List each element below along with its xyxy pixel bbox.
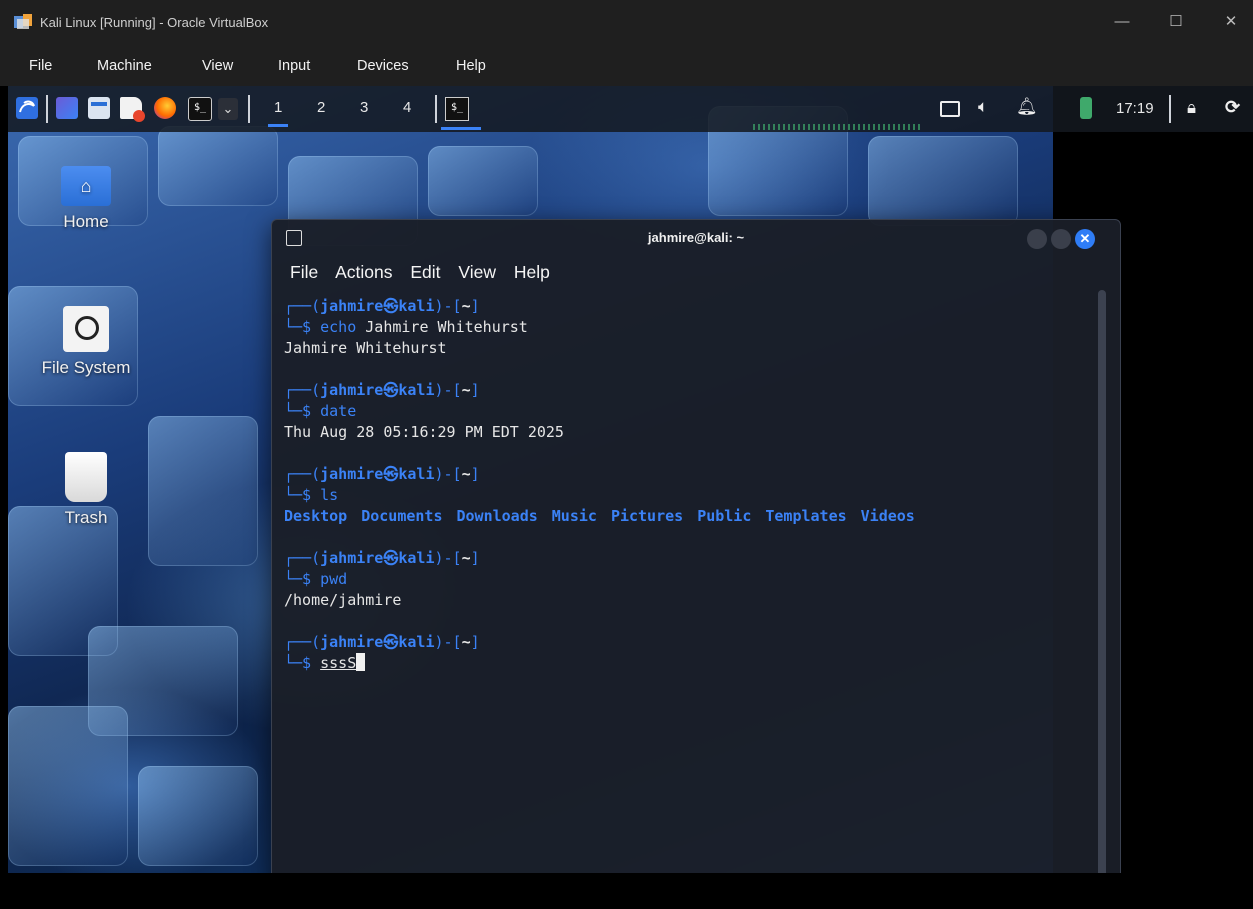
close-icon: ✕ [1224,13,1238,30]
term-menu-edit[interactable]: Edit [410,262,440,282]
ls-entry: Public [697,507,752,525]
menu-machine[interactable]: Machine [97,58,152,74]
text-editor-icon[interactable] [120,97,145,122]
command-line: └─$ pwd [284,570,348,588]
command-output: /home/jahmire [284,591,402,609]
desktop-icon-home[interactable]: ⌂ Home [36,166,136,232]
maximize-icon: ☐ [1169,13,1183,30]
ls-entry: Videos [860,507,915,525]
ls-entry: Documents [361,507,443,525]
kali-panel: $_ ⌄ 1 2 3 4 $_ 🔈︎ 🔔︎ 17:19 🔒︎ ⟳ [8,86,1253,132]
prompt-line: ┌──(jahmire㉿kali)-[~] [284,381,480,399]
show-desktop-icon[interactable] [56,97,78,119]
terminal-launcher-icon[interactable]: $_ [188,97,212,121]
cpu-graph [753,124,923,130]
prompt-line: ┌──(jahmire㉿kali)-[~] [284,465,480,483]
terminal-window-icon: $_ [445,97,469,121]
desktop-icon-trash[interactable]: Trash [36,452,136,528]
network-icon[interactable] [940,101,960,117]
close-icon: ✕ [1079,231,1091,246]
command-output: Thu Aug 28 05:16:29 PM EDT 2025 [284,423,564,441]
command-line: └─$ ls [284,486,339,504]
home-folder-icon: ⌂ [61,166,111,206]
command-output: Jahmire Whitehurst [284,339,447,357]
vbox-menubar: File Machine View Input Devices Help [0,46,1253,86]
desktop-icon-file-system[interactable]: File System [36,306,136,378]
command-line: └─$ date [284,402,357,420]
maximize-button[interactable]: ☐ [1156,8,1196,36]
menu-help[interactable]: Help [456,58,486,74]
panel-clock[interactable]: 17:19 [1116,100,1154,117]
term-menu-actions[interactable]: Actions [335,262,392,282]
workspace-3[interactable]: 3 [360,99,368,116]
trash-icon [65,452,107,502]
prompt-line: ┌──(jahmire㉿kali)-[~] [284,633,480,651]
kali-dragon-icon [19,100,35,113]
terminal-titlebar[interactable]: jahmire@kali: ~ ✕ [272,220,1120,256]
battery-icon[interactable] [1080,97,1092,119]
minimize-terminal-button[interactable] [1027,229,1047,249]
ls-entry: Music [551,507,597,525]
window-title: Kali Linux [Running] - Oracle VirtualBox [40,15,269,30]
text-cursor [356,653,366,671]
workspace-2[interactable]: 2 [317,99,325,116]
ls-entry: Pictures [610,507,684,525]
minimize-icon: — [1114,13,1130,30]
logout-icon[interactable]: ⟳ [1225,97,1240,118]
term-menu-help[interactable]: Help [514,262,550,282]
minimize-button[interactable]: — [1102,8,1142,36]
close-terminal-button[interactable]: ✕ [1075,229,1095,249]
taskbar-terminal-window[interactable]: $_ [441,97,525,130]
file-manager-icon[interactable] [88,97,110,119]
maximize-terminal-button[interactable] [1051,229,1071,249]
term-menu-view[interactable]: View [458,262,496,282]
ls-entry: Templates [765,507,847,525]
virtualbox-logo-icon [14,14,32,29]
command-line: └─$ echo Jahmire Whitehurst [284,318,528,336]
desktop-icon-label: File System [41,358,131,377]
terminal-title: jahmire@kali: ~ [647,230,745,245]
command-input-line[interactable]: └─$ sssS [284,653,1084,674]
lock-icon[interactable]: 🔒︎ [1187,98,1196,118]
menu-input[interactable]: Input [278,58,310,74]
workspace-1[interactable]: 1 [267,99,289,127]
notification-bell-icon[interactable]: 🔔︎ [1016,97,1038,117]
drive-icon [63,306,109,352]
terminal-scrollbar[interactable] [1098,290,1106,873]
current-input[interactable]: sssS [320,654,356,672]
guest-screen: $_ ⌄ 1 2 3 4 $_ 🔈︎ 🔔︎ 17:19 🔒︎ ⟳ ⌂ Home … [8,86,1253,873]
terminal-window[interactable]: jahmire@kali: ~ ✕ File Actions Edit View… [271,219,1121,873]
terminal-menubar: File Actions Edit View Help [290,262,563,283]
menu-devices[interactable]: Devices [357,58,409,74]
term-menu-file[interactable]: File [290,262,318,282]
menu-view[interactable]: View [202,58,233,74]
ls-entry: Desktop [284,507,348,525]
prompt-line: ┌──(jahmire㉿kali)-[~] [284,549,480,567]
close-window-button[interactable]: ✕ [1211,8,1251,36]
volume-icon[interactable]: 🔈︎ [978,97,988,117]
ls-entry: Downloads [456,507,538,525]
chevron-down-icon[interactable]: ⌄ [218,98,238,120]
kali-menu-button[interactable] [16,97,38,119]
desktop-icon-label: Trash [64,508,108,527]
desktop-icon-label: Home [63,212,109,231]
firefox-icon[interactable] [154,97,176,119]
workspace-4[interactable]: 4 [403,99,411,116]
ls-output: Desktop Documents Downloads Music Pictures Pu… [284,506,1084,527]
menu-file[interactable]: File [29,58,52,74]
vbox-titlebar: Kali Linux [Running] - Oracle VirtualBox… [0,0,1253,46]
prompt-line: ┌──(jahmire㉿kali)-[~] [284,297,480,315]
terminal-output[interactable]: ┌──(jahmire㉿kali)-[~] └─$ echo Jahmire W… [284,296,1084,674]
